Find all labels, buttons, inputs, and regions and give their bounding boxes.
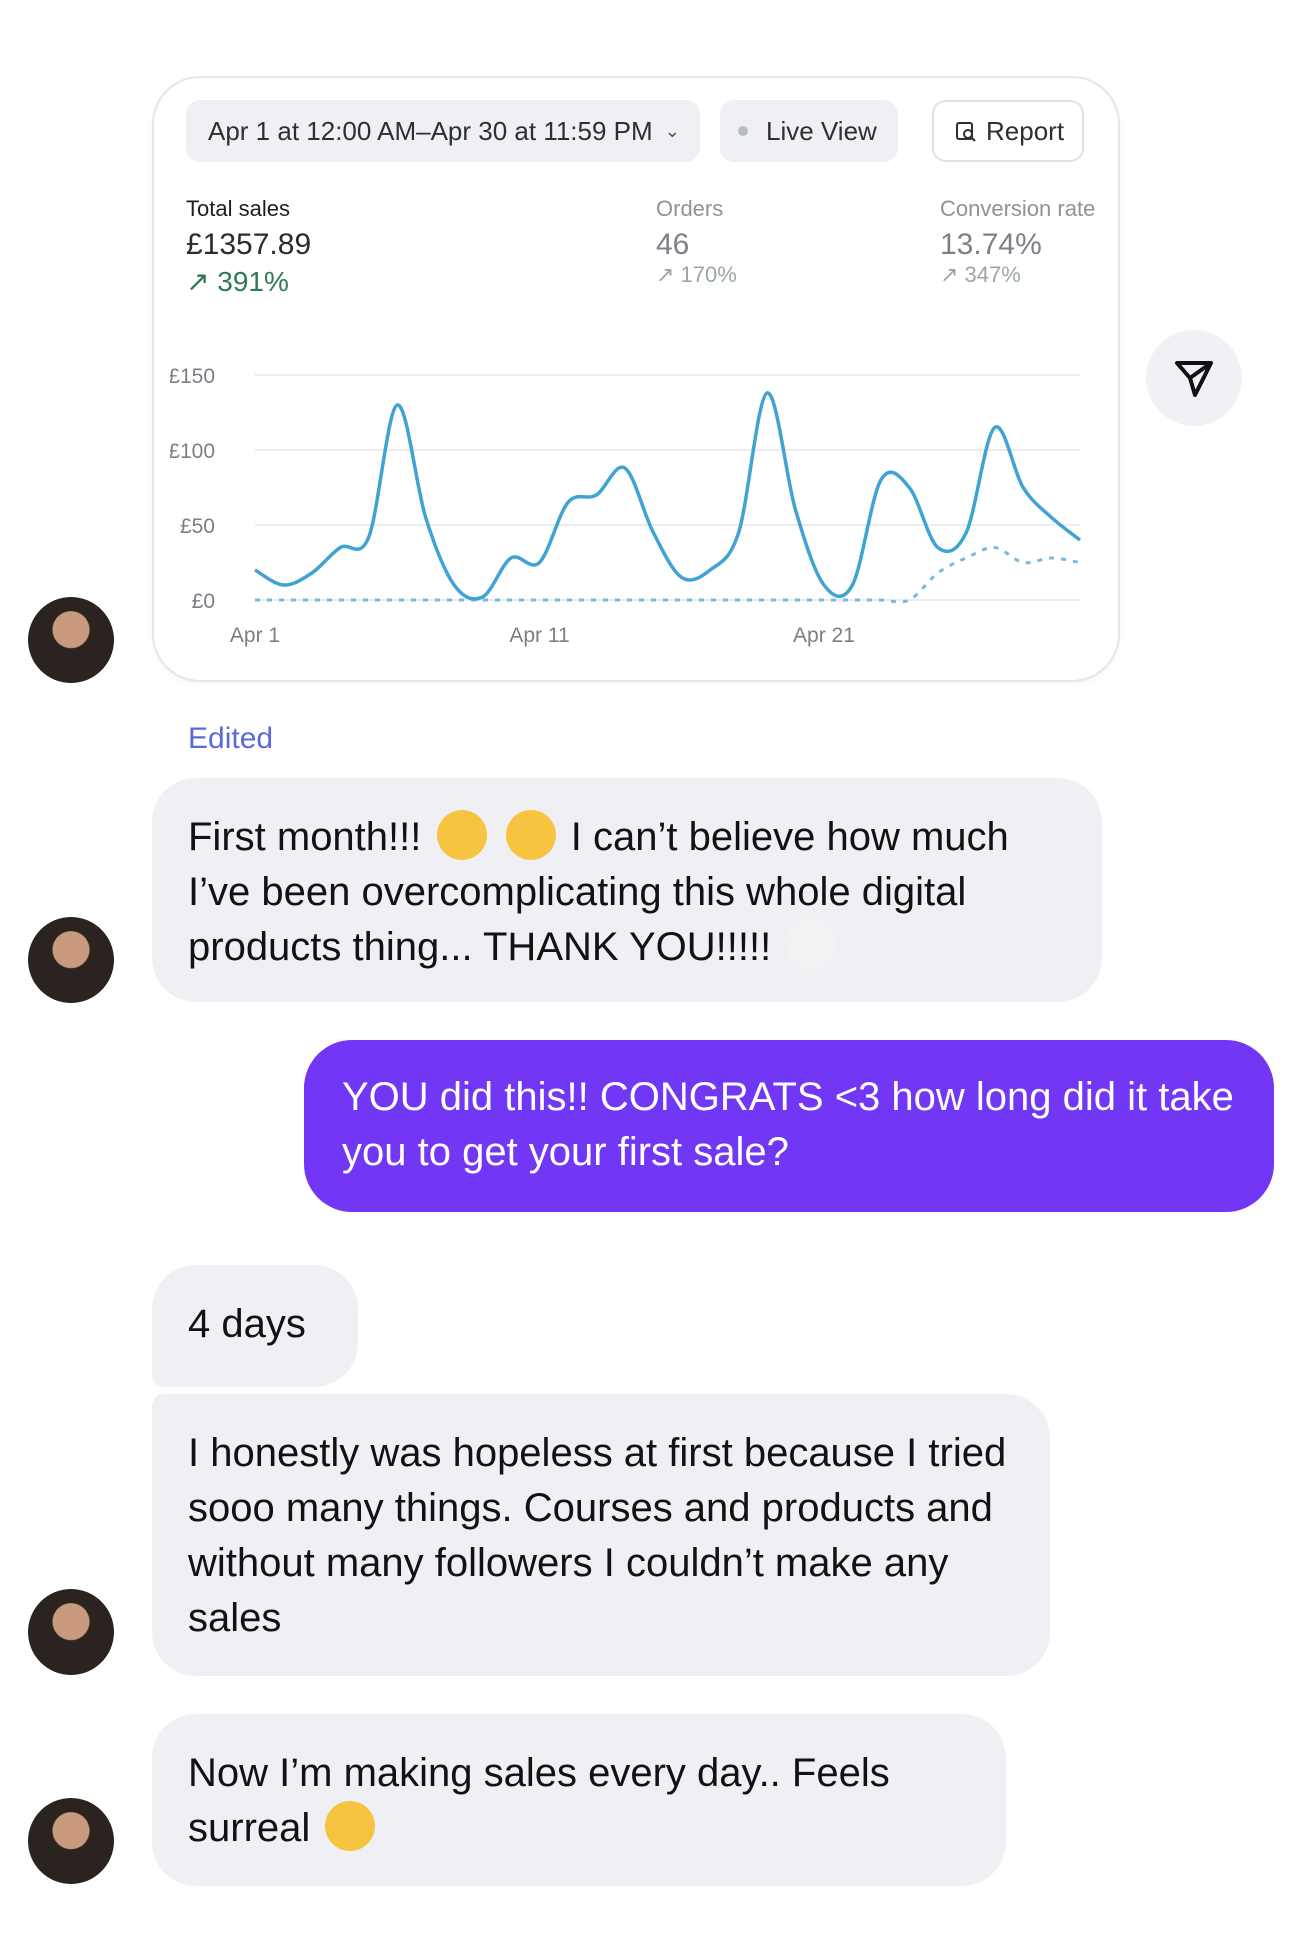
y-tick-label: £0 <box>192 590 215 613</box>
orders-change: ↗ 170% <box>656 262 737 287</box>
edited-label: Edited <box>188 722 274 755</box>
message-incoming[interactable]: I honestly was hopeless at first because… <box>152 1394 1050 1676</box>
live-status-dot <box>738 126 748 136</box>
message-incoming[interactable]: 4 days <box>152 1265 358 1387</box>
y-tick-label: £150 <box>170 365 215 388</box>
date-range-text: Apr 1 at 12:00 AM–Apr 30 at 11:59 PM <box>208 115 653 146</box>
partying-face-emoji <box>436 810 487 860</box>
x-tick-label: Apr 1 <box>230 624 280 647</box>
live-view-label: Live View <box>766 115 877 146</box>
contact-avatar[interactable] <box>28 1798 114 1884</box>
message-incoming[interactable]: Now I’m making sales every day.. Feels s… <box>152 1714 1006 1886</box>
pleading-face-emoji <box>505 810 556 860</box>
sales-line-chart: £150 £100 £50 £0 Apr 1 Apr 11 Apr 21 <box>170 365 1082 647</box>
report-button[interactable]: Report <box>932 100 1084 162</box>
orders-value: 46 <box>656 228 690 261</box>
message-text: I honestly was hopeless at first because… <box>188 1431 1007 1640</box>
total-sales-change: ↗ 391% <box>186 266 289 297</box>
current-period-line <box>254 391 1082 601</box>
send-icon <box>1175 361 1213 397</box>
total-sales-value: £1357.89 <box>186 228 312 261</box>
tears-of-joy-emoji <box>325 1801 376 1851</box>
conversion-rate-value: 13.74% <box>940 228 1042 261</box>
y-tick-label: £100 <box>170 440 215 463</box>
contact-avatar[interactable] <box>28 597 114 683</box>
orders-label: Orders <box>656 196 724 221</box>
conversion-rate-change: ↗ 347% <box>940 262 1021 287</box>
live-view-button[interactable]: Live View <box>720 100 898 162</box>
contact-avatar[interactable] <box>28 1589 114 1675</box>
conversion-rate-label: Conversion rate <box>940 196 1096 221</box>
x-tick-label: Apr 21 <box>793 624 855 647</box>
comparison-period-line <box>254 545 1081 604</box>
date-range-selector[interactable]: Apr 1 at 12:00 AM–Apr 30 at 11:59 PM ⌄ <box>186 100 700 162</box>
x-tick-label: Apr 11 <box>509 624 569 647</box>
total-sales-label: Total sales <box>186 196 290 221</box>
y-tick-label: £50 <box>180 515 215 538</box>
report-label: Report <box>986 115 1065 146</box>
message-text: 4 days <box>188 1302 306 1346</box>
share-send-button[interactable] <box>1146 330 1242 426</box>
report-search-icon <box>956 122 976 142</box>
message-text: Now I’m making sales every day.. Feels s… <box>188 1751 890 1850</box>
message-text-part1: First month!!! <box>188 815 422 859</box>
contact-avatar[interactable] <box>28 917 114 1003</box>
white-heart-emoji <box>786 920 837 970</box>
message-incoming[interactable]: First month!!! I can’t believe how much … <box>152 778 1102 1002</box>
message-outgoing[interactable]: YOU did this!! CONGRATS <3 how long did … <box>304 1040 1274 1212</box>
message-text: YOU did this!! CONGRATS <3 how long did … <box>342 1075 1234 1174</box>
chevron-down-icon: ⌄ <box>664 120 680 141</box>
